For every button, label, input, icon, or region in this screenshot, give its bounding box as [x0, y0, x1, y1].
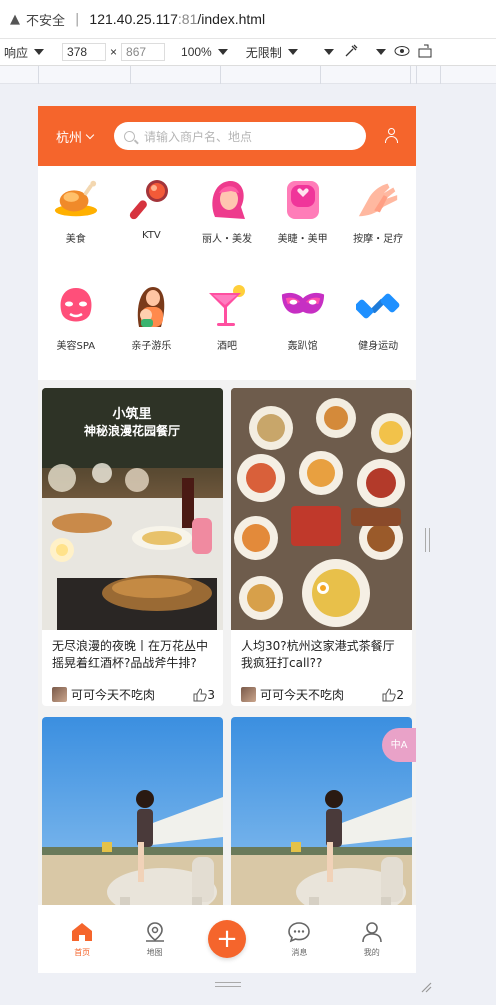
thumbs-up-icon — [193, 687, 208, 701]
feed-card-title[interactable]: 无尽浪漫的夜晚丨在万花丛中摇晃着红酒杯?品战斧牛排? — [42, 630, 223, 682]
author-name[interactable]: 可可今天不吃肉 — [71, 686, 155, 703]
feed-card-meta: 可可今天不吃肉 3 — [42, 682, 223, 703]
avatar[interactable] — [241, 687, 256, 702]
nail-polish-icon — [280, 176, 326, 222]
tab-profile[interactable]: 我的 — [342, 920, 402, 958]
microphone-icon — [128, 176, 174, 222]
svg-text:小筑里: 小筑里 — [112, 406, 151, 422]
separator: | — [75, 11, 80, 27]
category-spa[interactable]: 美容SPA — [38, 283, 114, 352]
dumbbell-icon — [355, 283, 401, 329]
feed-card[interactable]: 人均30?杭州这家港式茶餐厅我疯狂打call?? 可可今天不吃肉 2 — [231, 388, 412, 706]
search-placeholder: 请输入商户名、地点 — [144, 129, 253, 144]
resize-handle-right[interactable] — [425, 528, 430, 552]
category-fitness[interactable]: 健身运动 — [340, 283, 416, 352]
thumbs-up-icon — [382, 687, 397, 701]
cocktail-icon — [204, 283, 250, 329]
category-party[interactable]: 轰趴馆 — [265, 283, 341, 352]
tab-map[interactable]: 地图 — [125, 920, 185, 958]
translate-button[interactable]: 中A — [382, 728, 416, 762]
category-family[interactable]: 亲子游乐 — [114, 283, 190, 352]
category-lash-nail[interactable]: 美睫・美甲 — [265, 176, 341, 245]
svg-text:神秘浪漫花园餐厅: 神秘浪漫花园餐厅 — [84, 423, 180, 438]
category-bar[interactable]: 酒吧 — [189, 283, 265, 352]
category-grid: 美食 KTV 丽人・美发 美睫・美甲 按摩・足疗 美容SPA 亲子游乐 酒吧 轰… — [38, 166, 416, 380]
throttle-select[interactable]: 无限制 — [246, 44, 282, 61]
times-sign: × — [110, 45, 118, 59]
category-hair[interactable]: 丽人・美发 — [189, 176, 265, 245]
security-label[interactable]: 不安全 — [26, 10, 65, 29]
tab-home[interactable]: 首页 — [52, 920, 112, 958]
author-name[interactable]: 可可今天不吃肉 — [260, 686, 344, 703]
chevron-down-icon[interactable] — [34, 49, 45, 55]
hair-salon-icon — [204, 176, 250, 222]
eyedropper-icon[interactable] — [344, 44, 358, 61]
feed-card[interactable]: 小筑里 神秘浪漫花园餐厅 无尽浪漫的夜晚丨在万花丛中摇晃着红酒杯?品战斧牛排? … — [42, 388, 223, 706]
category-row: 美容SPA 亲子游乐 酒吧 轰趴馆 健身运动 — [38, 283, 416, 352]
eye-icon[interactable] — [394, 45, 410, 60]
zoom-select[interactable]: 100% — [181, 45, 212, 59]
bottom-tab-bar: 首页 地图 + 消息 我的 — [38, 905, 416, 973]
rotate-device-icon[interactable] — [418, 44, 434, 61]
height-input[interactable]: 867 — [121, 43, 166, 61]
chat-bubble-icon — [287, 920, 311, 944]
feed-card-meta: 可可今天不吃肉 2 — [231, 682, 412, 703]
app-header: 杭州 请输入商户名、地点 — [38, 106, 416, 166]
like-count: 3 — [207, 687, 215, 702]
roast-chicken-icon — [53, 176, 99, 222]
user-icon[interactable] — [382, 126, 402, 146]
chevron-down-icon[interactable] — [287, 49, 298, 55]
like-count: 2 — [396, 687, 404, 702]
devtools-ruler — [0, 66, 496, 84]
tab-publish[interactable]: + — [197, 920, 257, 958]
resize-handle-bottom[interactable] — [215, 982, 241, 987]
mobile-viewport: 杭州 请输入商户名、地点 美食 KTV 丽人・美发 美睫・美甲 按摩・足疗 美容… — [38, 106, 416, 973]
parent-child-icon — [128, 283, 174, 329]
resize-corner-icon[interactable] — [420, 978, 432, 993]
device-mode-select[interactable]: 响应 — [4, 44, 28, 61]
browser-address-bar[interactable]: ▲ 不安全 | 121.40.25.117:81/index.html — [0, 0, 496, 38]
chevron-down-icon[interactable] — [375, 49, 386, 55]
party-mask-icon — [280, 283, 326, 329]
feed-photo[interactable] — [231, 388, 412, 630]
like-button[interactable]: 3 — [193, 688, 215, 702]
city-label: 杭州 — [56, 130, 83, 146]
chevron-down-icon[interactable] — [217, 49, 228, 55]
devtools-device-toolbar: 响应 378 × 867 100% 无限制 — [0, 38, 496, 66]
massage-hands-icon — [355, 176, 401, 222]
url-text[interactable]: 121.40.25.117:81/index.html — [89, 11, 265, 27]
search-icon — [124, 130, 135, 142]
chevron-down-icon — [85, 130, 95, 139]
feed-card-title[interactable]: 人均30?杭州这家港式茶餐厅我疯狂打call?? — [231, 630, 412, 682]
feed-photo[interactable]: 小筑里 神秘浪漫花园餐厅 — [42, 388, 223, 630]
plus-icon[interactable]: + — [207, 920, 246, 958]
category-food[interactable]: 美食 — [38, 176, 114, 245]
warning-icon: ▲ — [10, 11, 20, 27]
like-button[interactable]: 2 — [382, 688, 404, 702]
search-input[interactable]: 请输入商户名、地点 — [114, 122, 366, 150]
category-row: 美食 KTV 丽人・美发 美睫・美甲 按摩・足疗 — [38, 176, 416, 245]
home-icon — [70, 920, 94, 944]
category-ktv[interactable]: KTV — [114, 176, 190, 245]
avatar[interactable] — [52, 687, 67, 702]
city-selector[interactable]: 杭州 — [56, 127, 114, 146]
profile-icon — [360, 920, 384, 944]
face-mask-icon — [53, 283, 99, 329]
map-pin-icon — [143, 920, 167, 944]
width-input[interactable]: 378 — [62, 43, 107, 61]
category-massage[interactable]: 按摩・足疗 — [340, 176, 416, 245]
tab-messages[interactable]: 消息 — [269, 920, 329, 958]
chevron-down-icon[interactable] — [323, 49, 334, 55]
